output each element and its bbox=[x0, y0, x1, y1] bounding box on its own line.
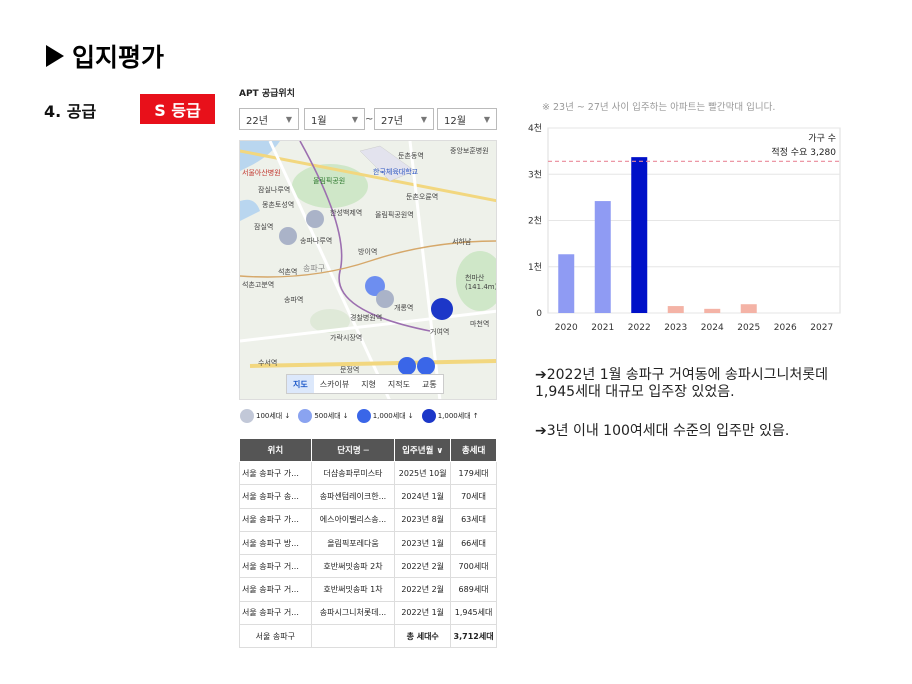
pin-icon bbox=[421, 409, 436, 423]
map-type-tabs: 지도 스카이뷰 지형 지적도 교통 bbox=[286, 374, 444, 394]
table-row[interactable]: 서울 송파구 거... 호반써밋송파 1차 2022년 2월 689세대 bbox=[239, 577, 497, 602]
caret-down-icon: ▼ bbox=[285, 114, 292, 124]
bar-2023 bbox=[667, 306, 684, 313]
table-row[interactable]: 서울 송파구 방... 올림픽포레다움 2023년 1월 66세대 bbox=[239, 530, 497, 556]
to-month-select[interactable]: 12월 ▼ bbox=[437, 108, 497, 130]
range-tilde: ~ bbox=[365, 114, 374, 125]
supply-map[interactable]: 둔촌동역 중앙보훈병원 서울아산병원 잠실나루역 올림픽공원 한국체육대학교 둔… bbox=[239, 140, 497, 400]
chart-note: ※ 23년 ~ 27년 사이 입주하는 아파트는 빨간막대 입니다. bbox=[542, 102, 776, 113]
pin-icon bbox=[356, 409, 371, 423]
table-row[interactable]: 서울 송파구 송... 송파센텀레이크한... 2024년 1월 70세대 bbox=[239, 484, 497, 509]
legend-item: 500세대 ↓ bbox=[298, 409, 349, 423]
bar-2025 bbox=[740, 304, 757, 313]
x-tick-label: 2022 bbox=[628, 323, 651, 333]
y-tick-label: 2천 bbox=[528, 216, 542, 227]
table-total-row: 서울 송파구 총 세대수 3,712세대 bbox=[239, 624, 497, 649]
bullet-2: ➔3년 이내 100여세대 수준의 입주만 있음. bbox=[535, 423, 790, 439]
x-tick-label: 2021 bbox=[591, 323, 614, 333]
y-tick-label: 0 bbox=[536, 309, 542, 319]
x-tick-label: 2025 bbox=[737, 323, 760, 333]
table-row[interactable]: 서울 송파구 가... 더샵송파루미스타 2025년 10월 179세대 bbox=[239, 460, 497, 486]
tab-cadastral[interactable]: 지적도 bbox=[382, 375, 416, 393]
y-tick-label: 3천 bbox=[528, 169, 542, 180]
tab-terrain[interactable]: 지형 bbox=[355, 375, 382, 393]
demand-label: 적정 수요 3,280 bbox=[771, 146, 836, 158]
play-triangle-icon bbox=[46, 45, 64, 67]
tab-map[interactable]: 지도 bbox=[287, 375, 314, 393]
from-year-select[interactable]: 22년 ▼ bbox=[239, 108, 299, 130]
x-tick-label: 2023 bbox=[664, 323, 687, 333]
from-month-select[interactable]: 1월 ▼ bbox=[304, 108, 365, 130]
legend-item: 1,000세대 ↑ bbox=[421, 409, 479, 423]
pin-icon bbox=[298, 409, 313, 423]
grade-badge: S 등급 bbox=[140, 94, 215, 124]
bar-2021 bbox=[594, 201, 611, 313]
bar-2022 bbox=[631, 157, 648, 313]
legend-item: 1,000세대 ↓ bbox=[356, 409, 414, 423]
caret-down-icon: ▼ bbox=[483, 114, 490, 124]
table-row[interactable]: 서울 송파구 거... 송파시그니처롯데... 2022년 1월 1,945세대 bbox=[239, 600, 497, 626]
table-row[interactable]: 서울 송파구 가... 에스아이팰리스송... 2023년 8월 63세대 bbox=[239, 507, 497, 532]
bar-2020 bbox=[558, 254, 575, 313]
x-tick-label: 2026 bbox=[774, 323, 797, 333]
to-year-select[interactable]: 27년 ▼ bbox=[374, 108, 434, 130]
tab-skyview[interactable]: 스카이뷰 bbox=[314, 375, 355, 393]
apt-supply-title: APT 공급위치 bbox=[239, 89, 295, 99]
apt-supply-table: 위치 단지명 ─ 입주년월 ∨ 총세대 서울 송파구 가... 더샵송파루미스타 2… bbox=[239, 438, 497, 649]
bullet-1: ➔2022년 1월 송파구 거여동에 송파시그니처롯데 1,945세대 대규모 … bbox=[535, 367, 829, 400]
legend-label: 가구 수 bbox=[808, 133, 836, 144]
supply-bar-chart: 0 1천 2천 3천 4천 2020 2021 2022 2023 2024 2025 2026 202… bbox=[528, 123, 841, 333]
pin-icon bbox=[240, 409, 254, 423]
section-label: 4. 공급 bbox=[44, 102, 97, 121]
caret-down-icon: ▼ bbox=[420, 114, 427, 124]
caret-down-icon: ▼ bbox=[351, 114, 358, 124]
col-location[interactable]: 위치 bbox=[239, 438, 312, 462]
x-tick-label: 2020 bbox=[555, 323, 578, 333]
col-units[interactable]: 총세대 bbox=[450, 438, 497, 462]
page-title: 입지평가 bbox=[46, 38, 164, 74]
col-complex[interactable]: 단지명 ─ bbox=[310, 438, 396, 462]
table-header-row: 위치 단지명 ─ 입주년월 ∨ 총세대 bbox=[239, 438, 497, 462]
y-tick-label: 1천 bbox=[528, 262, 542, 273]
legend-item: 100세대 ↓ bbox=[240, 409, 290, 423]
table-row[interactable]: 서울 송파구 거... 호반써밋송파 2차 2022년 2월 700세대 bbox=[239, 554, 497, 579]
tab-traffic[interactable]: 교통 bbox=[416, 375, 443, 393]
x-tick-label: 2027 bbox=[810, 323, 833, 333]
map-legend: 100세대 ↓ 500세대 ↓ 1,000세대 ↓ 1,000세대 ↑ bbox=[240, 409, 479, 423]
x-tick-label: 2024 bbox=[701, 323, 724, 333]
bar-2024 bbox=[704, 308, 721, 313]
col-move-in[interactable]: 입주년월 ∨ bbox=[394, 438, 452, 462]
y-tick-label: 4천 bbox=[528, 123, 542, 134]
